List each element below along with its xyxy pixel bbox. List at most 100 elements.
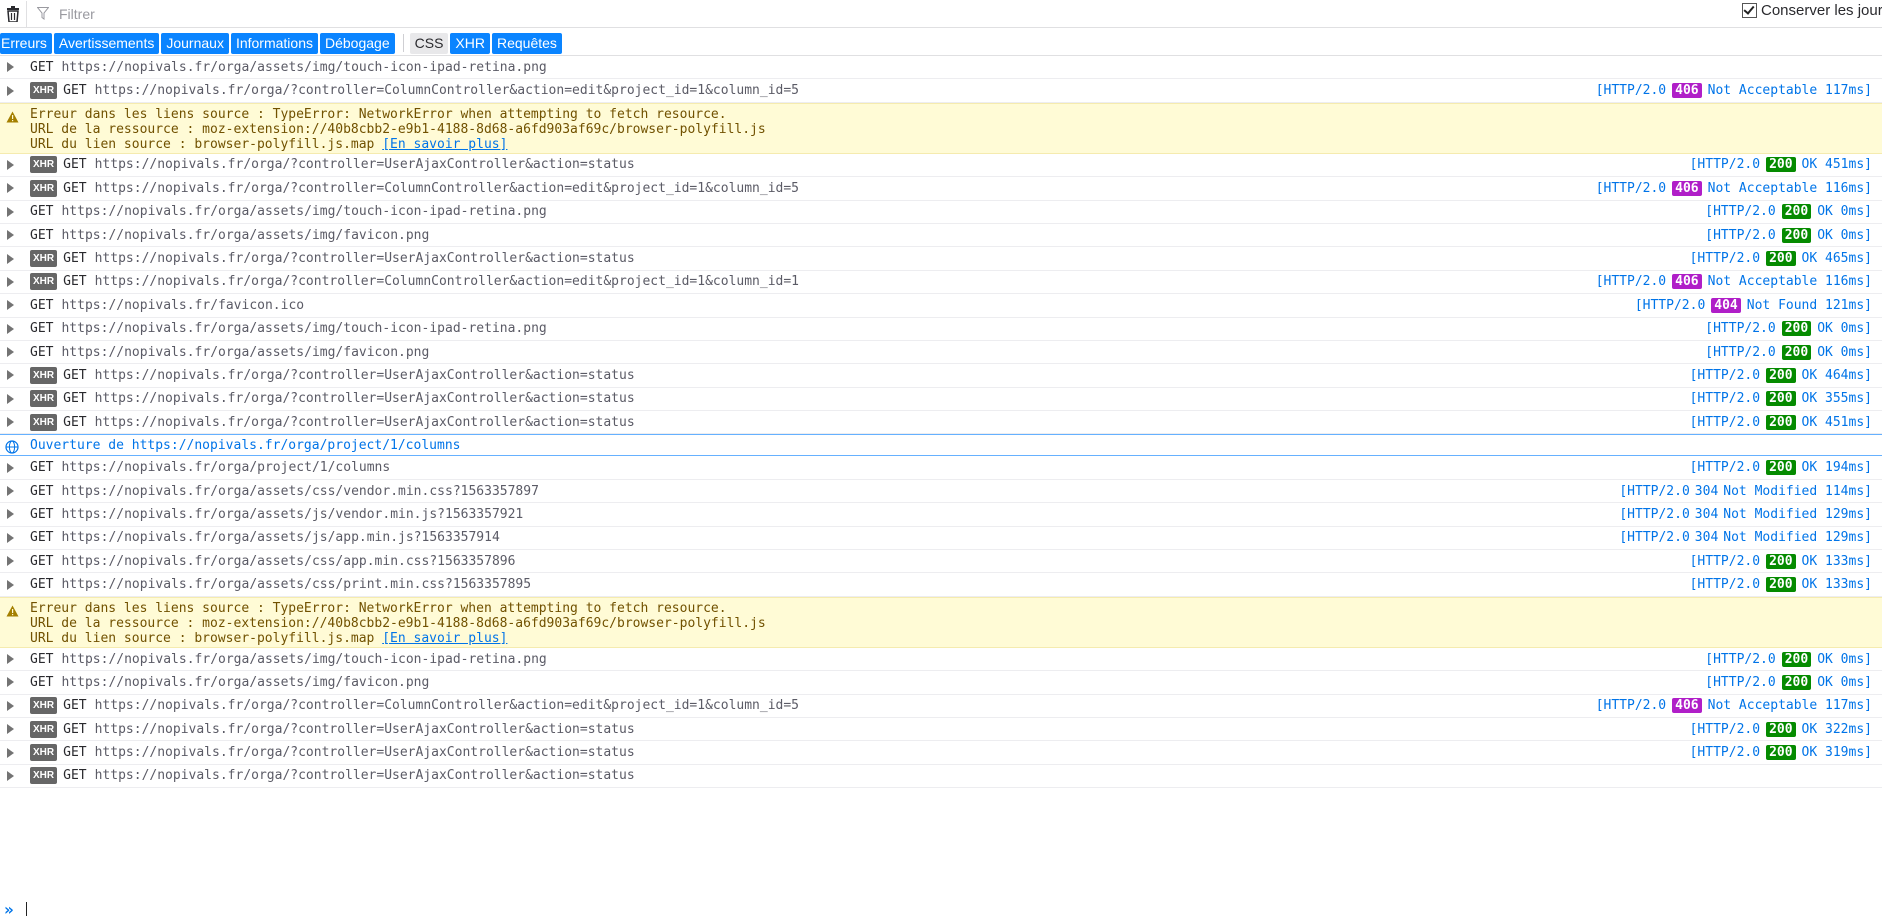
request-url[interactable]: https://nopivals.fr/orga/assets/css/prin…: [61, 577, 531, 592]
network-request-row[interactable]: GET https://nopivals.fr/orga/assets/img/t…: [0, 318, 1882, 341]
network-request-row[interactable]: GET https://nopivals.fr/orga/project/1/co…: [0, 456, 1882, 480]
clear-console-button[interactable]: [0, 0, 27, 27]
expand-arrow-icon[interactable]: [0, 86, 30, 96]
persist-logs-toggle[interactable]: Conserver les journ: [1742, 2, 1882, 19]
request-url[interactable]: https://nopivals.fr/orga/assets/css/app.…: [61, 554, 515, 569]
expand-arrow-icon[interactable]: [0, 324, 30, 334]
expand-arrow-icon[interactable]: [0, 160, 30, 170]
request-url[interactable]: https://nopivals.fr/orga/?controller=Col…: [95, 274, 799, 289]
expand-arrow-icon[interactable]: [0, 580, 30, 590]
expand-arrow-icon[interactable]: [0, 417, 30, 427]
filter-requetes-button[interactable]: Requêtes: [491, 32, 562, 54]
console-input[interactable]: »: [0, 900, 1882, 919]
request-url[interactable]: https://nopivals.fr/orga/?controller=Use…: [95, 768, 635, 783]
learn-more-link[interactable]: [En savoir plus]: [382, 631, 507, 646]
network-request-row[interactable]: XHR GET https://nopivals.fr/orga/?controll…: [0, 271, 1882, 295]
expand-arrow-icon[interactable]: [0, 701, 30, 711]
network-request-row[interactable]: GET https://nopivals.fr/orga/assets/css/p…: [0, 573, 1882, 597]
request-url[interactable]: https://nopivals.fr/orga/assets/img/touc…: [61, 60, 546, 75]
expand-arrow-icon[interactable]: [0, 300, 30, 310]
expand-arrow-icon[interactable]: [0, 347, 30, 357]
network-request-row[interactable]: XHR GET https://nopivals.fr/orga/?controll…: [0, 154, 1882, 178]
request-url[interactable]: https://nopivals.fr/orga/assets/js/vendo…: [61, 507, 523, 522]
network-request-row[interactable]: XHR GET https://nopivals.fr/orga/?controll…: [0, 247, 1882, 271]
expand-arrow-icon[interactable]: [0, 277, 30, 287]
expand-arrow-icon[interactable]: [0, 509, 30, 519]
network-request-row[interactable]: XHR GET https://nopivals.fr/orga/?controll…: [0, 718, 1882, 742]
expand-arrow-icon[interactable]: [0, 724, 30, 734]
expand-arrow-icon[interactable]: [0, 254, 30, 264]
http-protocol: [HTTP/2.0: [1689, 745, 1761, 761]
request-url[interactable]: https://nopivals.fr/orga/?controller=Use…: [95, 251, 635, 266]
expand-arrow-icon[interactable]: [0, 370, 30, 380]
network-request-row[interactable]: GET https://nopivals.fr/orga/assets/css/v…: [0, 480, 1882, 504]
request-url[interactable]: https://nopivals.fr/orga/?controller=Use…: [95, 368, 635, 383]
network-request-row[interactable]: XHR GET https://nopivals.fr/orga/?controll…: [0, 388, 1882, 412]
network-request-row[interactable]: GET https://nopivals.fr/favicon.ico [HTTP/…: [0, 294, 1882, 318]
expand-arrow-icon[interactable]: [0, 62, 30, 72]
http-protocol: [HTTP/2.0: [1595, 274, 1667, 290]
filter-input[interactable]: [57, 4, 1561, 23]
status-text: OK 194ms]: [1801, 460, 1872, 476]
network-request-row[interactable]: GET https://nopivals.fr/orga/assets/img/f…: [0, 341, 1882, 365]
network-request-row[interactable]: GET https://nopivals.fr/orga/assets/img/t…: [0, 648, 1882, 672]
response-status: [HTTP/2.0 200 OK 0ms]: [1705, 674, 1872, 690]
expand-arrow-icon[interactable]: [0, 207, 30, 217]
filter-journaux-button[interactable]: Journaux: [161, 32, 229, 54]
request-url[interactable]: https://nopivals.fr/orga/assets/img/favi…: [61, 345, 429, 360]
request-url[interactable]: https://nopivals.fr/orga/?controller=Use…: [95, 722, 635, 737]
network-request-row[interactable]: GET https://nopivals.fr/orga/assets/img/t…: [0, 201, 1882, 224]
network-request-row[interactable]: XHR GET https://nopivals.fr/orga/?controll…: [0, 765, 1882, 789]
network-request-row[interactable]: GET https://nopivals.fr/orga/assets/img/f…: [0, 224, 1882, 248]
request-url[interactable]: https://nopivals.fr/orga/?controller=Use…: [95, 157, 635, 172]
request-url[interactable]: https://nopivals.fr/orga/?controller=Use…: [95, 391, 635, 406]
request-url[interactable]: https://nopivals.fr/orga/assets/img/touc…: [61, 204, 546, 219]
request-url[interactable]: https://nopivals.fr/orga/assets/js/app.m…: [61, 530, 499, 545]
expand-arrow-icon[interactable]: [0, 677, 30, 687]
network-request-row[interactable]: XHR GET https://nopivals.fr/orga/?controll…: [0, 695, 1882, 718]
request-url[interactable]: https://nopivals.fr/orga/assets/img/favi…: [61, 228, 429, 243]
network-request-row[interactable]: GET https://nopivals.fr/orga/assets/img/t…: [0, 56, 1882, 80]
request-url[interactable]: https://nopivals.fr/orga/?controller=Col…: [95, 698, 799, 713]
expand-arrow-icon[interactable]: [0, 771, 30, 781]
request-url[interactable]: https://nopivals.fr/orga/assets/img/touc…: [61, 652, 546, 667]
network-request-row[interactable]: GET https://nopivals.fr/orga/assets/css/a…: [0, 550, 1882, 574]
expand-arrow-icon[interactable]: [0, 394, 30, 404]
request-url[interactable]: https://nopivals.fr/orga/project/1/colum…: [61, 460, 390, 475]
expand-arrow-icon[interactable]: [0, 486, 30, 496]
network-request-row[interactable]: XHR GET https://nopivals.fr/orga/?controll…: [0, 411, 1882, 435]
request-method: GET: [63, 698, 87, 714]
filter-informations-button[interactable]: Informations: [230, 32, 318, 54]
request-url[interactable]: https://nopivals.fr/orga/?controller=Col…: [95, 181, 799, 196]
expand-arrow-icon[interactable]: [0, 183, 30, 193]
network-request-row[interactable]: GET https://nopivals.fr/orga/assets/js/ve…: [0, 503, 1882, 527]
expand-arrow-icon[interactable]: [0, 748, 30, 758]
expand-arrow-icon[interactable]: [0, 556, 30, 566]
network-request-row[interactable]: GET https://nopivals.fr/orga/assets/js/ap…: [0, 527, 1882, 551]
expand-arrow-icon[interactable]: [0, 654, 30, 664]
expand-arrow-icon[interactable]: [0, 230, 30, 240]
network-request-row[interactable]: XHR GET https://nopivals.fr/orga/?controll…: [0, 79, 1882, 103]
request-url[interactable]: https://nopivals.fr/orga/assets/css/vend…: [61, 484, 538, 499]
request-url[interactable]: https://nopivals.fr/orga/?controller=Use…: [95, 415, 635, 430]
request-url[interactable]: https://nopivals.fr/orga/assets/img/favi…: [61, 675, 429, 690]
network-request-row[interactable]: XHR GET https://nopivals.fr/orga/?controll…: [0, 177, 1882, 201]
expand-arrow-icon[interactable]: [0, 533, 30, 543]
filter-css-button[interactable]: CSS: [409, 32, 449, 54]
status-code-badge: 200: [1766, 577, 1796, 593]
request-url[interactable]: https://nopivals.fr/orga/?controller=Use…: [95, 745, 635, 760]
expand-arrow-icon[interactable]: [0, 463, 30, 473]
request-url[interactable]: https://nopivals.fr/orga/assets/img/touc…: [61, 321, 546, 336]
response-status: [HTTP/2.0 404 Not Found 121ms]: [1635, 297, 1872, 313]
filter-avertissements-button[interactable]: Avertissements: [53, 32, 160, 54]
filter-erreurs-button[interactable]: Erreurs: [0, 32, 52, 54]
filter-xhr-button[interactable]: XHR: [450, 32, 490, 54]
filter-debogage-button[interactable]: Débogage: [320, 32, 395, 54]
network-request-row[interactable]: XHR GET https://nopivals.fr/orga/?controll…: [0, 741, 1882, 765]
request-url[interactable]: https://nopivals.fr/favicon.ico: [61, 298, 304, 313]
request-url[interactable]: https://nopivals.fr/orga/?controller=Col…: [95, 83, 799, 98]
network-request-row[interactable]: XHR GET https://nopivals.fr/orga/?controll…: [0, 364, 1882, 388]
persist-logs-checkbox[interactable]: [1742, 3, 1757, 18]
learn-more-link[interactable]: [En savoir plus]: [382, 137, 507, 152]
network-request-row[interactable]: GET https://nopivals.fr/orga/assets/img/f…: [0, 671, 1882, 695]
